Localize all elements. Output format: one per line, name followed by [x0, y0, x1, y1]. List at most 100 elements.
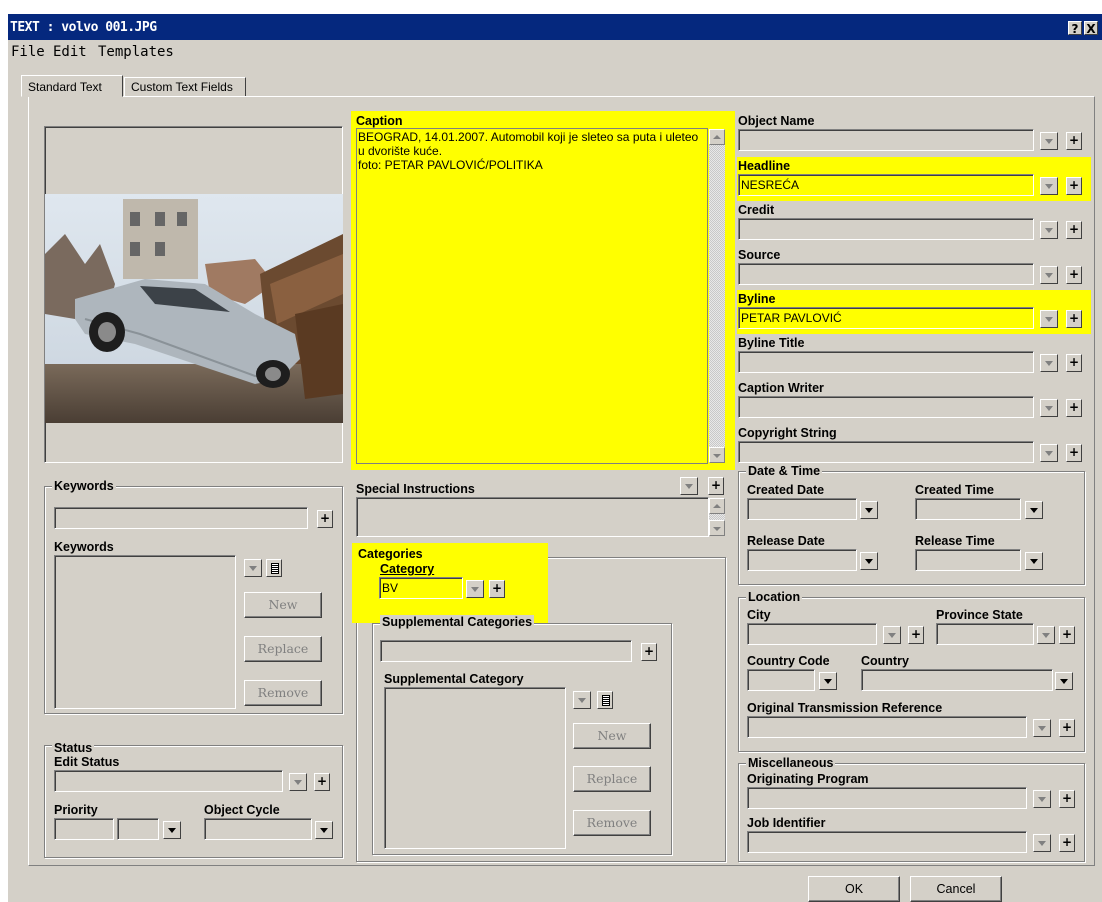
created-date-dropdown[interactable]	[860, 501, 878, 519]
scroll-up-icon[interactable]	[709, 129, 725, 145]
scroll-down-icon[interactable]	[709, 520, 725, 536]
byline-title-field[interactable]	[738, 351, 1034, 373]
city-dropdown[interactable]	[883, 626, 901, 644]
status-group-label: Status	[52, 741, 95, 755]
headline-field[interactable]: NESREĆA	[738, 174, 1034, 196]
credit-dropdown[interactable]	[1040, 221, 1058, 239]
copyright-field[interactable]	[738, 441, 1034, 463]
caption-writer-field[interactable]	[738, 396, 1034, 418]
originating-program-dropdown[interactable]	[1033, 790, 1051, 808]
byline-add-button[interactable]: +	[1066, 310, 1082, 328]
job-identifier-field[interactable]	[747, 831, 1027, 853]
province-state-field[interactable]	[936, 623, 1034, 645]
priority-field[interactable]	[54, 818, 114, 840]
menu-file[interactable]: File	[11, 44, 45, 60]
special-instructions-dropdown[interactable]	[680, 477, 698, 495]
source-add-button[interactable]: +	[1066, 266, 1082, 284]
supplemental-remove-button[interactable]: Remove	[573, 810, 651, 836]
country-dropdown[interactable]	[1055, 672, 1073, 690]
close-button[interactable]: X	[1084, 21, 1098, 36]
menu-edit[interactable]: Edit	[53, 44, 87, 60]
special-instructions-field[interactable]	[356, 497, 709, 537]
job-identifier-dropdown[interactable]	[1033, 834, 1051, 852]
job-identifier-add-button[interactable]: +	[1059, 834, 1075, 852]
copyright-add-button[interactable]: +	[1066, 444, 1082, 462]
supplemental-category-dropdown[interactable]	[573, 691, 591, 709]
special-instructions-add-button[interactable]: +	[708, 477, 724, 495]
created-time-field[interactable]	[915, 498, 1021, 520]
headline-add-button[interactable]: +	[1066, 177, 1082, 195]
byline-field[interactable]: PETAR PAVLOVIĆ	[738, 307, 1034, 329]
country-field[interactable]	[861, 669, 1053, 691]
edit-status-add-button[interactable]: +	[314, 773, 330, 791]
headline-dropdown[interactable]	[1040, 177, 1058, 195]
city-field[interactable]	[747, 623, 877, 645]
tab-custom-text-fields[interactable]: Custom Text Fields	[124, 77, 246, 97]
country-code-dropdown[interactable]	[819, 672, 837, 690]
supplemental-category-list-icon[interactable]	[597, 691, 613, 709]
byline-dropdown[interactable]	[1040, 310, 1058, 328]
keywords-dropdown[interactable]	[244, 559, 262, 577]
supplemental-category-list[interactable]	[384, 687, 566, 849]
category-dropdown[interactable]	[466, 580, 484, 598]
release-date-dropdown[interactable]	[860, 552, 878, 570]
source-field[interactable]	[738, 263, 1034, 285]
caption-textarea[interactable]: BEOGRAD, 14.01.2007. Automobil koji je s…	[356, 128, 708, 464]
supplemental-category-input[interactable]	[380, 640, 632, 662]
object-name-add-button[interactable]: +	[1066, 132, 1082, 150]
country-code-field[interactable]	[747, 669, 815, 691]
keywords-new-button[interactable]: New	[244, 592, 322, 618]
originating-program-add-button[interactable]: +	[1059, 790, 1075, 808]
supplemental-new-button[interactable]: New	[573, 723, 651, 749]
otr-field[interactable]	[747, 716, 1027, 738]
edit-status-dropdown[interactable]	[289, 773, 307, 791]
otr-add-button[interactable]: +	[1059, 719, 1075, 737]
keywords-replace-button[interactable]: Replace	[244, 636, 322, 662]
byline-title-dropdown[interactable]	[1040, 354, 1058, 372]
source-dropdown[interactable]	[1040, 266, 1058, 284]
supplemental-category-add-button[interactable]: +	[641, 643, 657, 661]
release-date-field[interactable]	[747, 549, 857, 571]
category-field[interactable]: BV	[379, 577, 463, 599]
caption-scrollbar[interactable]	[709, 129, 725, 463]
keywords-remove-button[interactable]: Remove	[244, 680, 322, 706]
keyword-add-button[interactable]: +	[317, 510, 333, 528]
scroll-down-icon[interactable]	[709, 447, 725, 463]
ok-button[interactable]: OK	[808, 876, 900, 902]
keyword-input[interactable]	[54, 507, 308, 529]
created-time-dropdown[interactable]	[1025, 501, 1043, 519]
supplemental-replace-button[interactable]: Replace	[573, 766, 651, 792]
help-button[interactable]: ?	[1068, 21, 1082, 36]
province-state-dropdown[interactable]	[1037, 626, 1055, 644]
special-instructions-scrollbar[interactable]	[709, 498, 725, 536]
priority-dropdown[interactable]	[163, 821, 181, 839]
object-name-dropdown[interactable]	[1040, 132, 1058, 150]
object-cycle-dropdown[interactable]	[315, 821, 333, 839]
tab-standard-text[interactable]: Standard Text	[21, 75, 123, 97]
object-name-field[interactable]	[738, 129, 1034, 151]
priority-value-field[interactable]	[117, 818, 159, 840]
credit-field[interactable]	[738, 218, 1034, 240]
caption-writer-add-button[interactable]: +	[1066, 399, 1082, 417]
keywords-list[interactable]	[54, 555, 236, 709]
created-date-field[interactable]	[747, 498, 857, 520]
province-state-add-button[interactable]: +	[1059, 626, 1075, 644]
caption-writer-label: Caption Writer	[738, 381, 824, 395]
category-add-button[interactable]: +	[489, 580, 505, 598]
edit-status-field[interactable]	[54, 770, 283, 792]
object-cycle-field[interactable]	[204, 818, 312, 840]
otr-dropdown[interactable]	[1033, 719, 1051, 737]
city-add-button[interactable]: +	[908, 626, 924, 644]
credit-add-button[interactable]: +	[1066, 221, 1082, 239]
release-time-dropdown[interactable]	[1025, 552, 1043, 570]
cancel-button[interactable]: Cancel	[910, 876, 1002, 902]
byline-title-add-button[interactable]: +	[1066, 354, 1082, 372]
scroll-up-icon[interactable]	[709, 498, 725, 514]
menu-templates[interactable]: Templates	[98, 44, 174, 60]
keywords-list-icon[interactable]	[266, 559, 282, 577]
release-time-field[interactable]	[915, 549, 1021, 571]
source-label: Source	[738, 248, 781, 262]
copyright-dropdown[interactable]	[1040, 444, 1058, 462]
caption-writer-dropdown[interactable]	[1040, 399, 1058, 417]
originating-program-field[interactable]	[747, 787, 1027, 809]
